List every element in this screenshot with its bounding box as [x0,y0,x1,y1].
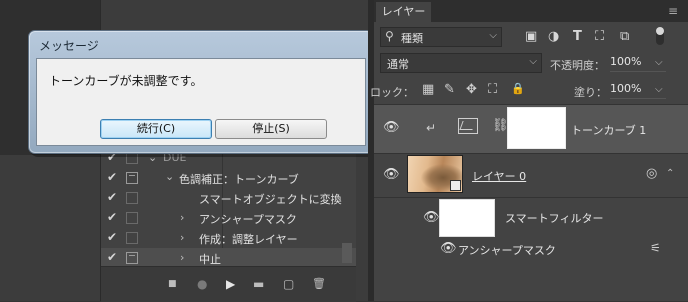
filter-label: 種類 [401,32,423,45]
visibility-eye-icon[interactable]: 👁 [423,210,440,225]
chevron-down-icon[interactable]: ⌵ [655,84,663,95]
smart-filter-label: スマートフィルター [505,212,604,225]
dialog-message: トーンカーブが未調整です。 [49,74,203,88]
stop-icon[interactable]: ■ [168,279,177,289]
play-icon[interactable]: ▶ [226,277,235,291]
type-filter-icon[interactable]: T [573,29,582,44]
action-label: 作成：調整レイヤー [199,233,298,246]
actions-toolbar: ■ ● ▶ ▬ ▢ 🗑 [101,266,356,302]
lock-artboard-icon[interactable]: ⛶ [488,82,497,97]
blend-mode-select[interactable]: 通常 ⌵ [380,53,542,73]
filter-toggle[interactable] [656,27,664,45]
actions-panel: ✔ ⌄ DUE ✔ ⌄ 色調補正：トーンカーブ ✔ スマートオブジェクトに変換 … [101,148,356,302]
panel-menu-icon[interactable]: ≡ [668,4,678,18]
continue-button[interactable]: 続行(C) [100,119,212,139]
lock-all-icon[interactable]: 🔒 [511,82,525,95]
action-label: 中止 [199,253,221,266]
dialog-title: メッセージ [39,39,99,53]
clip-arrow-icon: ↵ [426,121,437,135]
check-icon[interactable]: ✔ [107,190,119,204]
action-label: アンシャープマスク [199,213,297,226]
lock-label: ロック： [370,86,414,99]
chevron-down-icon[interactable]: ⌵ [655,57,663,68]
scrollbar-thumb[interactable] [342,243,352,263]
adjustment-filter-icon[interactable]: ◑ [548,29,559,44]
fill-label: 塗り： [574,86,607,99]
panel-tab-bar: レイヤー ≡ [374,0,688,22]
dialog-toggle-box[interactable] [126,172,138,184]
filter-name[interactable]: アンシャープマスク [458,242,556,258]
chevron-down-icon[interactable]: ⌃ [666,168,674,179]
dialog-toggle-box[interactable] [126,232,138,244]
layer-mask-thumbnail[interactable] [507,107,566,149]
check-icon[interactable]: ✔ [107,210,119,224]
lock-position-icon[interactable]: ✥ [466,82,477,97]
smart-object-badge-icon [450,180,461,191]
dialog-body: トーンカーブが未調整です。 続行(C) 停止(S) [36,58,366,146]
chevron-down-icon: ⌵ [529,56,537,67]
layer-name[interactable]: トーンカーブ 1 [571,122,646,138]
dialog-toggle-box[interactable] [126,252,138,264]
check-icon[interactable]: ✔ [107,170,119,184]
layer-name[interactable]: レイヤー 0 [472,168,526,184]
tab-layers[interactable]: レイヤー [376,2,431,22]
curves-adjustment-icon[interactable] [458,118,478,134]
action-row[interactable]: ✔ ⌄ 色調補正：トーンカーブ [101,168,356,188]
chevron-right-icon[interactable]: › [180,211,184,224]
visibility-eye-icon[interactable]: 👁 [440,241,457,256]
dialog-toggle-box[interactable] [126,192,138,204]
message-dialog: メッセージ トーンカーブが未調整です。 続行(C) 停止(S) [28,30,374,154]
opacity-label: 不透明度： [550,59,605,72]
pixel-filter-icon[interactable]: ▣ [525,29,537,44]
action-row[interactable]: ✔ › アンシャープマスク [101,208,356,228]
blending-options-icon[interactable]: ⚟ [650,241,661,255]
visibility-eye-icon[interactable]: 👁 [383,120,400,135]
action-row[interactable]: ✔ › 作成：調整レイヤー [101,228,356,248]
shape-filter-icon[interactable]: ⛶ [595,29,604,44]
layers-panel: レイヤー ≡ ⚲ 種類 ⌵ ▣ ◑ T ⛶ ⧉ 通常 ⌵ 不透明度： 100% … [370,0,688,301]
search-icon: ⚲ [385,29,394,43]
action-label: 色調補正：トーンカーブ [179,173,299,186]
chevron-right-icon[interactable]: › [180,231,184,244]
chevron-down-icon[interactable]: ⌄ [165,170,174,183]
layer-filter-select[interactable]: ⚲ 種類 ⌵ [380,27,502,47]
action-row-selected[interactable]: ✔ › 中止 [101,248,356,268]
chevron-down-icon: ⌵ [489,30,497,41]
action-label: スマートオブジェクトに変換 [199,193,342,206]
folder-icon[interactable]: ▬ [253,277,264,291]
smart-filter-icon[interactable]: ◎ [646,166,657,181]
dialog-toggle-box[interactable] [126,212,138,224]
check-icon[interactable]: ✔ [107,250,119,264]
record-icon[interactable]: ● [197,277,207,291]
new-action-icon[interactable]: ▢ [283,277,294,291]
stop-button[interactable]: 停止(S) [215,119,327,139]
trash-icon[interactable]: 🗑 [312,277,326,290]
filter-mask-thumbnail[interactable] [439,199,495,237]
lock-transparent-icon[interactable]: ▦ [422,82,434,97]
blend-mode-value: 通常 [387,58,409,71]
visibility-eye-icon[interactable]: 👁 [383,167,400,182]
action-row[interactable]: ✔ スマートオブジェクトに変換 [101,188,356,208]
chevron-right-icon[interactable]: › [180,251,184,264]
smart-object-filter-icon[interactable]: ⧉ [620,29,629,44]
lock-image-icon[interactable]: ✎ [444,82,455,97]
check-icon[interactable]: ✔ [107,230,119,244]
